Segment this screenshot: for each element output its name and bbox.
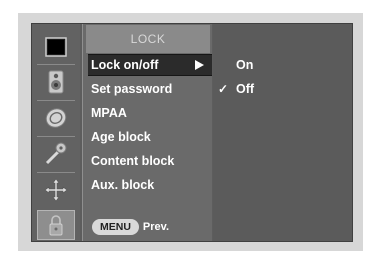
option-label: Off bbox=[236, 82, 255, 96]
lock-menu: LOCK Lock on/off Set password MPAA Age b… bbox=[82, 24, 212, 241]
menu-item-lock-on-off[interactable]: Lock on/off bbox=[88, 54, 212, 76]
menu-item-label: Aux. block bbox=[91, 178, 155, 192]
icon-divider bbox=[37, 100, 75, 101]
menu-footer: MENU Prev. bbox=[88, 216, 210, 238]
osd-panel: LOCK Lock on/off Set password MPAA Age b… bbox=[31, 23, 353, 242]
icon-divider bbox=[37, 136, 75, 137]
check-icon: ✓ bbox=[218, 82, 229, 96]
speaker-icon[interactable] bbox=[37, 67, 75, 97]
option-on[interactable]: On bbox=[218, 54, 338, 76]
option-icon[interactable] bbox=[37, 175, 75, 205]
menu-item-mpaa[interactable]: MPAA bbox=[88, 102, 210, 124]
clock-icon[interactable] bbox=[37, 103, 75, 133]
menu-item-label: Set password bbox=[91, 82, 173, 96]
menu-item-label: Age block bbox=[91, 130, 151, 144]
prev-label: Prev. bbox=[142, 221, 170, 233]
menu-item-label: Content block bbox=[91, 154, 175, 168]
menu-item-aux-block[interactable]: Aux. block bbox=[88, 174, 210, 196]
menu-item-label: MPAA bbox=[91, 106, 127, 120]
satellite-icon[interactable] bbox=[37, 139, 75, 169]
lock-icon[interactable] bbox=[37, 210, 75, 240]
menu-item-label: Lock on/off bbox=[91, 58, 159, 72]
option-label: On bbox=[236, 58, 254, 72]
menu-item-content-block[interactable]: Content block bbox=[88, 150, 210, 172]
menu-title: LOCK bbox=[86, 25, 210, 53]
arrow-right-icon bbox=[195, 60, 204, 70]
osd-frame: LOCK Lock on/off Set password MPAA Age b… bbox=[18, 13, 363, 251]
lock-submenu: On ✓ Off bbox=[213, 24, 352, 241]
picture-icon[interactable] bbox=[37, 32, 75, 62]
icon-divider bbox=[37, 64, 75, 65]
icon-divider bbox=[37, 172, 75, 173]
category-icon-column bbox=[32, 24, 80, 241]
menu-item-set-password[interactable]: Set password bbox=[88, 78, 210, 100]
menu-button[interactable]: MENU bbox=[92, 219, 139, 235]
option-off[interactable]: ✓ Off bbox=[218, 78, 338, 100]
menu-item-age-block[interactable]: Age block bbox=[88, 126, 210, 148]
